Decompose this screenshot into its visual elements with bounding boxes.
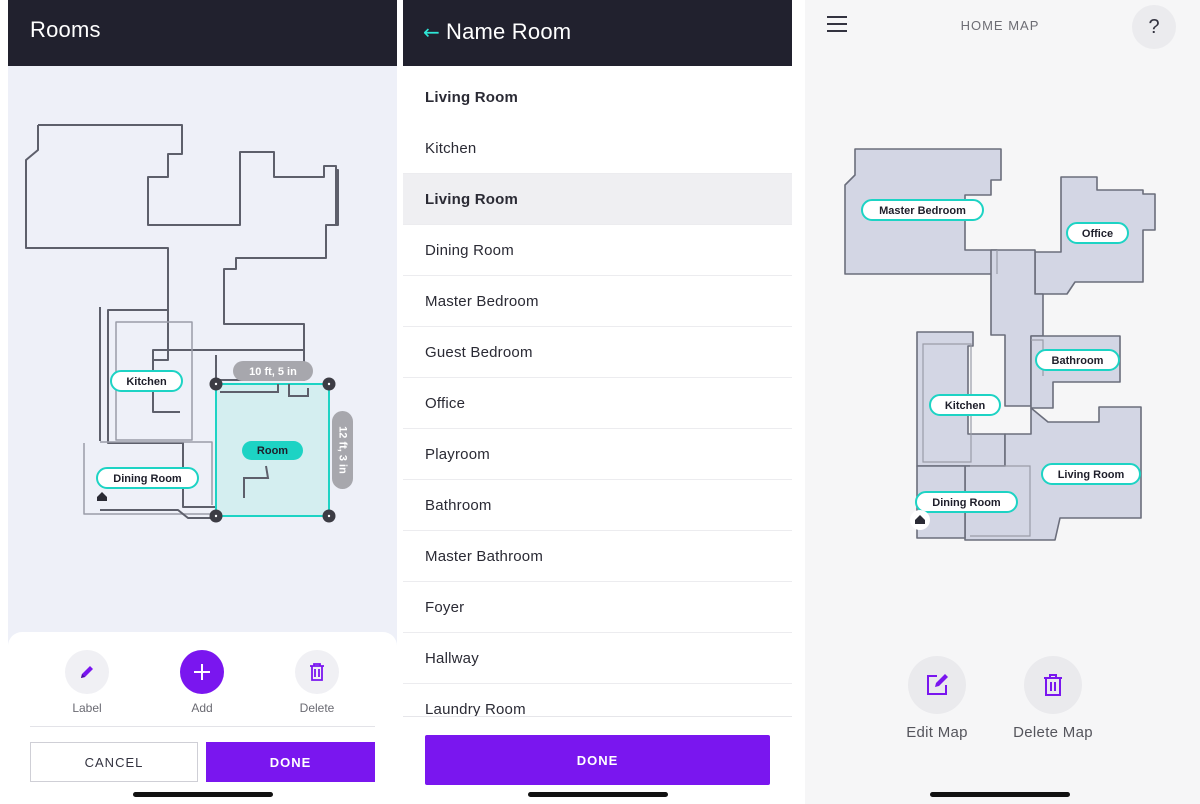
divider [30, 726, 375, 727]
delete-map-label: Delete Map [1013, 724, 1093, 741]
bottom-sheet: Label Add Delete CANCEL DONE [8, 632, 397, 804]
dining-room-label[interactable]: Dining Room [96, 467, 199, 489]
svg-text:Office: Office [1082, 228, 1113, 240]
page-title: Name Room [446, 19, 572, 44]
name-room-panel: ← Name Room Living Room Kitchen Living R… [403, 0, 792, 804]
room-option-playroom[interactable]: Playroom [403, 429, 792, 480]
map-label-master-bedroom[interactable]: Master Bedroom [861, 199, 984, 221]
map-label-dining-room[interactable]: Dining Room [915, 491, 1018, 513]
map-label-office[interactable]: Office [1066, 222, 1129, 244]
home-map-panel: HOME MAP ? Master Bedroom Office Bathroo… [805, 0, 1200, 804]
current-room-name: Living Room [425, 89, 519, 106]
room-option-living-room[interactable]: Living Room [403, 174, 792, 225]
delete-tool-text: Delete [299, 701, 335, 715]
room-option-master-bathroom[interactable]: Master Bathroom [403, 531, 792, 582]
svg-text:Dining Room: Dining Room [932, 497, 1001, 509]
done-button[interactable]: DONE [206, 742, 375, 782]
home-floor-map: Master Bedroom Office Bathroom Kitchen L… [844, 148, 1156, 541]
room-option-guest-bedroom[interactable]: Guest Bedroom [403, 327, 792, 378]
width-dimension-badge: 10 ft, 5 in [233, 361, 313, 381]
kitchen-label[interactable]: Kitchen [110, 370, 183, 392]
home-indicator [133, 792, 273, 797]
edit-map-label: Edit Map [906, 724, 968, 741]
trash-icon [1044, 674, 1062, 696]
svg-text:Bathroom: Bathroom [1052, 355, 1104, 367]
room-option-bathroom[interactable]: Bathroom [403, 480, 792, 531]
label-tool[interactable]: Label [42, 650, 132, 715]
svg-text:Master Bedroom: Master Bedroom [879, 205, 966, 217]
room-option-laundry-room[interactable]: Laundry Room [403, 684, 792, 717]
add-tool-text: Add [191, 701, 213, 715]
name-room-header: ← Name Room [403, 0, 792, 66]
home-base-icon [910, 510, 930, 530]
home-indicator [930, 792, 1070, 797]
room-option-hallway[interactable]: Hallway [403, 633, 792, 684]
map-label-living-room[interactable]: Living Room [1041, 463, 1141, 485]
delete-room-button[interactable] [295, 650, 339, 694]
rooms-panel: Rooms 10 ft, 5 in 12 ft, 3 in Kitchen Ro… [8, 0, 397, 804]
edit-icon [927, 674, 948, 695]
height-dimension-badge: 12 ft, 3 in [332, 411, 353, 489]
delete-map-action[interactable]: Delete Map [998, 656, 1108, 741]
svg-text:Room: Room [257, 445, 288, 457]
back-arrow-icon[interactable]: ← [423, 20, 440, 44]
label-tool-button[interactable] [65, 650, 109, 694]
map-label-bathroom[interactable]: Bathroom [1035, 349, 1120, 371]
add-room-button[interactable] [180, 650, 224, 694]
room-option-foyer[interactable]: Foyer [403, 582, 792, 633]
done-button[interactable]: DONE [425, 735, 770, 785]
room-option-kitchen[interactable]: Kitchen [403, 123, 792, 174]
room-label[interactable]: Room [242, 441, 303, 460]
svg-text:Kitchen: Kitchen [126, 376, 167, 388]
room-name-list: Living Room Kitchen Living Room Dining R… [403, 72, 792, 716]
add-tool[interactable]: Add [157, 650, 247, 715]
label-tool-text: Label [72, 701, 102, 715]
name-room-footer: DONE [403, 716, 792, 804]
home-base-icon [97, 492, 107, 501]
pencil-icon [81, 666, 93, 678]
edit-map-action[interactable]: Edit Map [882, 656, 992, 741]
bathroom-area [1030, 335, 1121, 409]
room-option-office[interactable]: Office [403, 378, 792, 429]
room-option-master-bedroom[interactable]: Master Bedroom [403, 276, 792, 327]
plus-icon [194, 664, 210, 680]
trash-icon [310, 663, 324, 681]
cancel-button[interactable]: CANCEL [30, 742, 198, 782]
height-dimension-text: 12 ft, 3 in [337, 426, 349, 474]
svg-text:Dining Room: Dining Room [113, 473, 182, 485]
floor-map: 10 ft, 5 in 12 ft, 3 in Kitchen Room Din… [25, 124, 353, 523]
width-dimension-text: 10 ft, 5 in [249, 366, 297, 378]
svg-text:Living Room: Living Room [1058, 469, 1125, 481]
map-label-kitchen[interactable]: Kitchen [929, 394, 1001, 416]
edit-map-button[interactable] [908, 656, 966, 714]
home-indicator [528, 792, 668, 797]
room-option-dining-room[interactable]: Dining Room [403, 225, 792, 276]
svg-text:Kitchen: Kitchen [945, 400, 986, 412]
delete-tool[interactable]: Delete [272, 650, 362, 715]
delete-map-button[interactable] [1024, 656, 1082, 714]
